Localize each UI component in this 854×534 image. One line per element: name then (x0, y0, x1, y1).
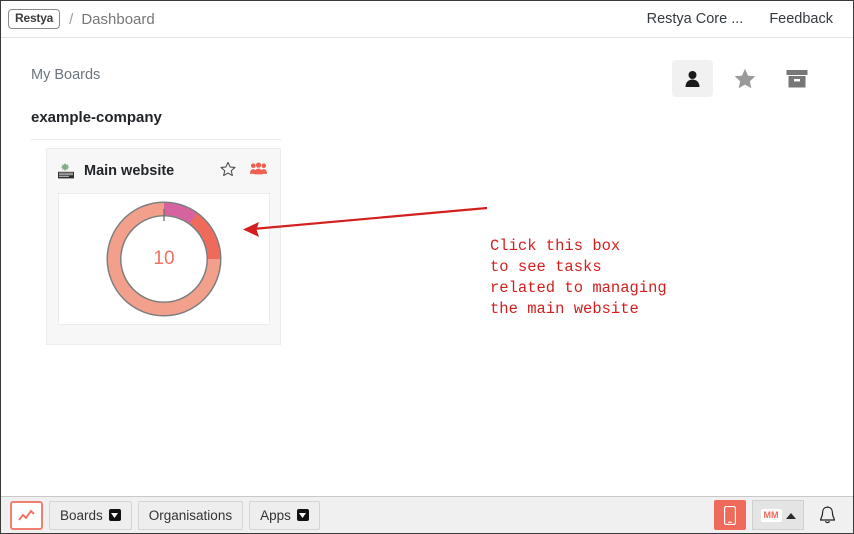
board-progress-donut: 10 (106, 201, 222, 317)
taskbar-organisations-label: Organisations (148, 507, 233, 523)
organisation-divider (31, 139, 281, 140)
person-icon (685, 70, 700, 87)
activity-chart-button[interactable] (10, 500, 43, 530)
app-header: Restya / Dashboard Restya Core ... Feedb… (1, 1, 853, 38)
bottom-taskbar: Boards Organisations Apps MM (1, 496, 853, 533)
taskbar-left-group: Boards Organisations Apps (1, 500, 320, 530)
filter-starred-button[interactable] (724, 60, 765, 97)
board-star-button[interactable] (220, 161, 236, 182)
filter-archived-button[interactable] (776, 60, 817, 97)
board-card-main-website[interactable]: Main website 10 (46, 148, 281, 345)
archive-icon (786, 69, 807, 87)
annotation-line-1: Click this box (490, 237, 621, 255)
board-title[interactable]: Main website (84, 163, 174, 179)
board-view-filters (672, 60, 817, 97)
star-outline-icon (220, 161, 236, 176)
chevron-up-icon (785, 506, 796, 524)
taskbar-organisations-button[interactable]: Organisations (137, 500, 244, 530)
avatar: MM (760, 508, 782, 522)
page-title: My Boards (31, 67, 101, 83)
members-group-icon (250, 162, 267, 175)
chevron-down-icon (108, 509, 121, 521)
board-members-button[interactable] (250, 162, 267, 180)
mobile-phone-icon (724, 505, 736, 525)
chevron-down-icon (296, 509, 309, 521)
taskbar-apps-label: Apps (260, 507, 291, 523)
organisation-name: example-company (31, 109, 162, 126)
notifications-button[interactable] (810, 500, 844, 530)
annotation-line-3: related to managing (490, 279, 667, 297)
user-menu-button[interactable]: MM (752, 500, 804, 530)
board-chart-panel[interactable]: 10 (58, 193, 270, 325)
annotation-text: Click this box to see tasks related to m… (490, 236, 667, 320)
donut-center-value: 10 (153, 248, 175, 269)
board-card-header: Main website (47, 149, 280, 193)
header-link-feedback[interactable]: Feedback (769, 11, 833, 27)
star-icon (734, 68, 755, 89)
board-logo-icon (56, 162, 76, 180)
taskbar-apps-button[interactable]: Apps (249, 500, 320, 530)
mobile-app-button[interactable] (714, 500, 746, 530)
annotation-line-2: to see tasks (490, 258, 602, 276)
browser-window: Restya / Dashboard Restya Core ... Feedb… (0, 0, 854, 534)
filter-my-boards-button[interactable] (672, 60, 713, 97)
taskbar-boards-label: Boards (60, 507, 103, 523)
breadcrumb-dashboard[interactable]: Dashboard (81, 11, 154, 28)
activity-chart-icon (18, 509, 35, 521)
board-card-actions (220, 161, 280, 182)
annotation-line-4: the main website (490, 300, 639, 318)
header-link-restya-core[interactable]: Restya Core ... (647, 11, 744, 27)
restya-logo[interactable]: Restya (8, 9, 61, 29)
breadcrumb-separator: / (69, 10, 74, 28)
taskbar-right-group: MM (714, 500, 853, 530)
notification-bell-icon (819, 505, 835, 523)
taskbar-boards-button[interactable]: Boards (49, 500, 132, 530)
header-links: Restya Core ... Feedback (647, 11, 853, 27)
page-content: My Boards example-company Main website 1… (1, 38, 853, 497)
